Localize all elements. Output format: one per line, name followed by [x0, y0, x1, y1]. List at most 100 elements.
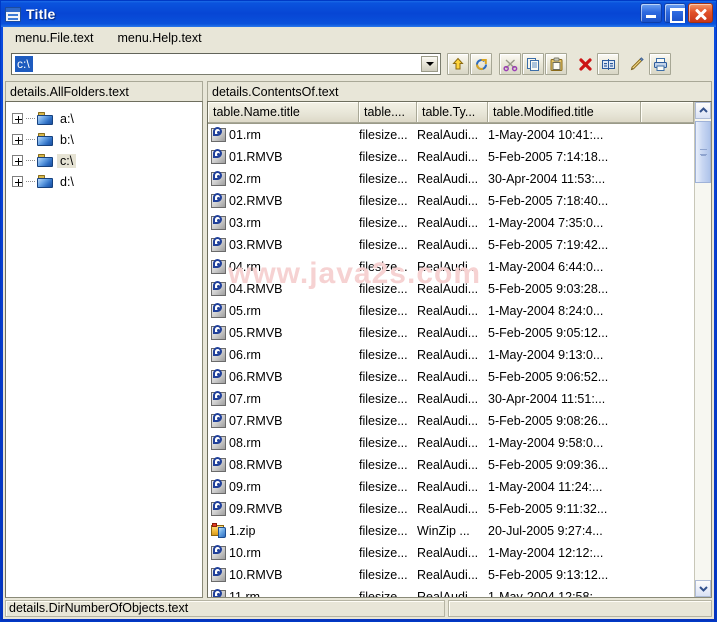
table-row[interactable]: 08.rm filesize... RealAudi... 1-May-2004 9:… [208, 432, 694, 454]
cell-type: RealAudi... [417, 480, 479, 494]
refresh-button[interactable] [470, 53, 492, 75]
table-row[interactable]: 09.rm filesize... RealAudi... 1-May-2004 11… [208, 476, 694, 498]
paste-button[interactable] [545, 53, 567, 75]
table-row[interactable]: 05.RMVB filesize... RealAudi... 5-Feb-2005 … [208, 322, 694, 344]
cell-type: RealAudi... [417, 348, 479, 362]
table-row[interactable]: 07.rm filesize... RealAudi... 30-Apr-2004 1… [208, 388, 694, 410]
table-row[interactable]: 07.RMVB filesize... RealAudi... 5-Feb-2005 … [208, 410, 694, 432]
folder-icon [37, 112, 53, 125]
rename-button[interactable] [626, 53, 648, 75]
realaudio-file-icon [211, 193, 227, 209]
table-row[interactable]: 06.RMVB filesize... RealAudi... 5-Feb-2005 … [208, 366, 694, 388]
column-header-size[interactable]: table.... [359, 102, 417, 123]
plus-box-icon[interactable] [12, 155, 23, 166]
table-row[interactable]: 01.rm filesize... RealAudi... 1-May-2004 10… [208, 124, 694, 146]
table-row[interactable]: 04.rm filesize... RealAudi... 1-May-2004 6:… [208, 256, 694, 278]
cell-size: filesize... [359, 524, 408, 538]
table-row[interactable]: 06.rm filesize... RealAudi... 1-May-2004 9:… [208, 344, 694, 366]
folder-tree: a:\ b:\ c:\ d:\ [6, 102, 202, 192]
plus-box-icon[interactable] [12, 134, 23, 145]
menu-item-help[interactable]: menu.Help.text [116, 29, 212, 47]
file-name: 02.RMVB [229, 194, 283, 208]
table-row[interactable]: 11.rm filesize RealAudi 1-May-2004 12:58: [208, 586, 694, 597]
scissors-icon [502, 57, 518, 72]
scroll-up-button[interactable] [695, 102, 711, 119]
cell-size: filesize... [359, 502, 408, 516]
plus-box-icon[interactable] [12, 113, 23, 124]
table-row[interactable]: 03.rm filesize... RealAudi... 1-May-2004 7:… [208, 212, 694, 234]
cell-name: 06.RMVB [208, 369, 359, 385]
scroll-thumb[interactable] [695, 121, 711, 183]
vertical-scrollbar[interactable] [694, 102, 711, 597]
tree-item-c[interactable]: c:\ [12, 150, 202, 171]
cell-type: RealAudi... [417, 458, 479, 472]
cell-modified: 5-Feb-2005 9:11:32... [488, 502, 608, 516]
tree-item-a[interactable]: a:\ [12, 108, 202, 129]
cell-size: filesize... [359, 546, 408, 560]
cell-modified: 1-May-2004 9:58:0... [488, 436, 604, 450]
address-input[interactable]: c:\ [15, 56, 33, 72]
column-header-filler[interactable] [641, 102, 694, 123]
column-header-modified[interactable]: table.Modified.title [488, 102, 641, 123]
cell-modified: 1-May-2004 12:12:... [488, 546, 604, 560]
table-row[interactable]: 1.zip filesize... WinZip ... 20-Jul-2005 9:… [208, 520, 694, 542]
delete-button[interactable] [574, 53, 596, 75]
table-row[interactable]: 05.rm filesize... RealAudi... 1-May-2004 8:… [208, 300, 694, 322]
properties-icon [601, 57, 616, 72]
table-row[interactable]: 08.RMVB filesize... RealAudi... 5-Feb-2005 … [208, 454, 694, 476]
cell-type: WinZip ... [417, 524, 470, 538]
file-name: 08.rm [229, 436, 261, 450]
file-name: 10.rm [229, 546, 261, 560]
up-one-level-button[interactable] [447, 53, 469, 75]
cell-name: 05.RMVB [208, 325, 359, 341]
realaudio-file-icon [211, 501, 227, 517]
menu-item-file[interactable]: menu.File.text [13, 29, 104, 47]
tree-item-label: b:\ [60, 132, 74, 147]
table-row[interactable]: 10.rm filesize... RealAudi... 1-May-2004 12… [208, 542, 694, 564]
chevron-down-icon[interactable] [421, 56, 438, 72]
plus-box-icon[interactable] [12, 176, 23, 187]
realaudio-file-icon [211, 479, 227, 495]
folders-pane-body[interactable]: a:\ b:\ c:\ d:\ [5, 101, 203, 598]
scroll-down-button[interactable] [695, 580, 711, 597]
cell-modified: 5-Feb-2005 9:03:28... [488, 282, 609, 296]
file-name: 03.RMVB [229, 238, 283, 252]
properties-button[interactable] [597, 53, 619, 75]
table-row[interactable]: 10.RMVB filesize... RealAudi... 5-Feb-2005 … [208, 564, 694, 586]
red-x-icon [578, 57, 593, 72]
realaudio-file-icon [211, 391, 227, 407]
table-row[interactable]: 01.RMVB filesize... RealAudi... 5-Feb-2005 … [208, 146, 694, 168]
cell-size: filesize... [359, 282, 408, 296]
address-combobox[interactable]: c:\ [11, 53, 441, 75]
column-header-type[interactable]: table.Ty... [417, 102, 488, 123]
minimize-button[interactable] [640, 3, 662, 23]
maximize-button[interactable] [664, 3, 686, 23]
toolbar: c:\ [3, 49, 714, 79]
close-button[interactable] [688, 3, 713, 23]
window-icon [5, 6, 21, 22]
table-body[interactable]: www.java2s.com 01.rm filesize... RealAudi.… [208, 124, 694, 597]
cut-button[interactable] [499, 53, 521, 75]
file-name: 03.rm [229, 216, 261, 230]
table-row[interactable]: 02.RMVB filesize... RealAudi... 5-Feb-2005 … [208, 190, 694, 212]
cell-name: 04.rm [208, 259, 359, 275]
table-row[interactable]: 09.RMVB filesize... RealAudi... 5-Feb-2005 … [208, 498, 694, 520]
tree-item-b[interactable]: b:\ [12, 129, 202, 150]
scrollbar-track[interactable] [695, 119, 711, 580]
cell-size: filesize... [359, 348, 408, 362]
cell-modified: 1-May-2004 11:24:... [488, 480, 603, 494]
table-row[interactable]: 03.RMVB filesize... RealAudi... 5-Feb-2005 … [208, 234, 694, 256]
cell-type: RealAudi... [417, 502, 479, 516]
cell-modified: 5-Feb-2005 9:06:52... [488, 370, 609, 384]
column-header-name[interactable]: table.Name.title [208, 102, 359, 123]
folder-icon [37, 175, 53, 188]
title-bar[interactable]: Title [1, 1, 716, 27]
print-button[interactable] [649, 53, 671, 75]
tree-item-d[interactable]: d:\ [12, 171, 202, 192]
cell-name: 04.RMVB [208, 281, 359, 297]
table-row[interactable]: 04.RMVB filesize... RealAudi... 5-Feb-2005 … [208, 278, 694, 300]
chevron-up-icon [698, 107, 708, 114]
copy-button[interactable] [522, 53, 544, 75]
table-row[interactable]: 02.rm filesize... RealAudi... 30-Apr-2004 1… [208, 168, 694, 190]
realaudio-file-icon [211, 215, 227, 231]
